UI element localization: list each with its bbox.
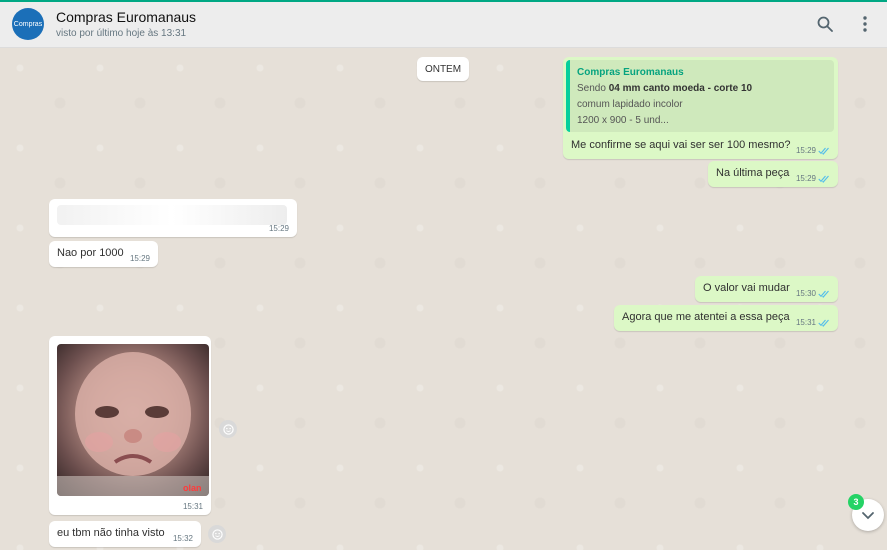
message-bubble-in[interactable]: Nao por 1000 15:29 bbox=[49, 241, 158, 267]
message-time: 15:31 bbox=[182, 502, 203, 511]
quote-line-2: comum lapidado incolor bbox=[577, 99, 683, 110]
message-bubble-out[interactable]: Na última peça 15:29 bbox=[708, 161, 838, 187]
image-message[interactable]: olan 15:31 bbox=[49, 336, 211, 515]
unread-count-badge: 3 bbox=[848, 494, 864, 510]
quote-author: Compras Euromanaus bbox=[577, 67, 684, 78]
emoji-react-icon[interactable] bbox=[208, 525, 226, 543]
message-time: 15:31 bbox=[796, 318, 830, 327]
chat-header[interactable]: Compras Compras Euromanaus visto por últ… bbox=[0, 2, 887, 48]
date-chip: ONTEM bbox=[417, 57, 469, 81]
double-check-icon bbox=[818, 319, 829, 327]
message-text: O valor vai mudar bbox=[703, 282, 790, 294]
message-bubble-in-obscured[interactable]: 15:29 bbox=[49, 199, 297, 237]
double-check-icon bbox=[818, 290, 829, 298]
message-text: Agora que me atentei a essa peça bbox=[622, 311, 790, 323]
double-check-icon bbox=[818, 147, 829, 155]
avatar[interactable]: Compras bbox=[12, 8, 44, 40]
chat-title[interactable]: Compras Euromanaus bbox=[56, 9, 196, 25]
message-text: Na última peça bbox=[716, 167, 790, 179]
sticker-image[interactable]: olan bbox=[57, 344, 209, 496]
double-check-icon bbox=[818, 175, 829, 183]
quoted-message[interactable]: Compras Euromanaus Sendo 04 mm canto moe… bbox=[566, 60, 834, 132]
message-time: 15:29 bbox=[129, 254, 150, 263]
image-caption: olan bbox=[183, 483, 202, 493]
quote-line-1: Sendo 04 mm canto moeda - corte 10 bbox=[577, 83, 753, 94]
message-bubble-in[interactable]: eu tbm não tinha visto 15:32 bbox=[49, 521, 201, 547]
obscured-content bbox=[57, 205, 287, 225]
message-bubble-out[interactable]: Agora que me atentei a essa peça 15:31 bbox=[614, 305, 838, 331]
message-text: eu tbm não tinha visto bbox=[57, 527, 165, 539]
message-text: Nao por 1000 bbox=[57, 247, 124, 259]
chevron-down-icon bbox=[862, 512, 874, 520]
message-bubble-out[interactable]: O valor vai mudar 15:30 bbox=[695, 276, 838, 302]
emoji-react-icon[interactable] bbox=[219, 420, 237, 438]
menu-icon[interactable] bbox=[855, 14, 875, 34]
chat-status: visto por último hoje às 13:31 bbox=[56, 28, 187, 39]
message-time: 15:32 bbox=[172, 534, 193, 543]
quote-line-3: 1200 x 900 - 5 und... bbox=[577, 115, 669, 126]
message-time: 15:29 bbox=[796, 146, 830, 155]
message-time: 15:29 bbox=[796, 174, 830, 183]
message-time: 15:29 bbox=[268, 224, 289, 233]
search-icon[interactable] bbox=[815, 14, 835, 34]
message-time: 15:30 bbox=[796, 289, 830, 298]
message-bubble-quoted[interactable]: Compras Euromanaus Sendo 04 mm canto moe… bbox=[563, 57, 838, 159]
message-text: Me confirme se aqui vai ser ser 100 mesm… bbox=[571, 139, 791, 151]
